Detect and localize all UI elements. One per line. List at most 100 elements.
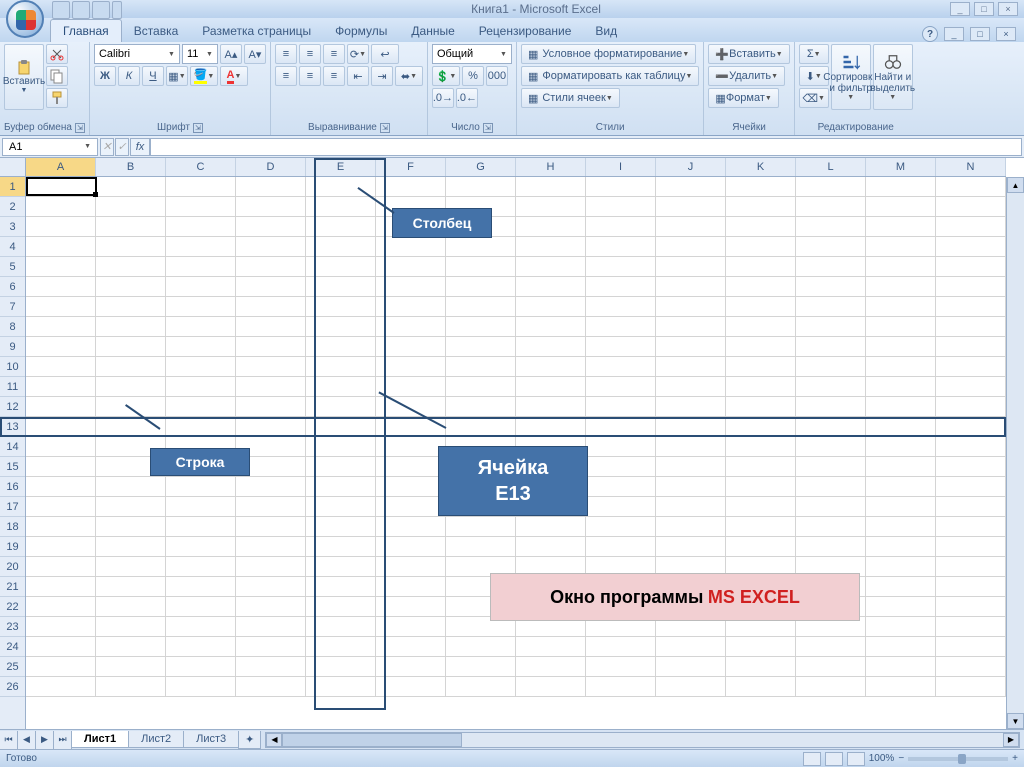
cell-N20[interactable] (936, 557, 1006, 577)
cell-F24[interactable] (376, 637, 446, 657)
formula-input[interactable] (150, 138, 1022, 156)
view-layout-button[interactable] (825, 752, 843, 766)
cell-N17[interactable] (936, 497, 1006, 517)
cell-E10[interactable] (306, 357, 376, 377)
sheet-nav-next[interactable]: ▶ (36, 731, 54, 749)
cell-B24[interactable] (96, 637, 166, 657)
cell-I18[interactable] (586, 517, 656, 537)
cell-H9[interactable] (516, 337, 586, 357)
cell-B25[interactable] (96, 657, 166, 677)
cell-N6[interactable] (936, 277, 1006, 297)
cell-E25[interactable] (306, 657, 376, 677)
row-header-15[interactable]: 15 (0, 457, 25, 477)
cell-A14[interactable] (26, 437, 96, 457)
cell-C10[interactable] (166, 357, 236, 377)
cell-I16[interactable] (586, 477, 656, 497)
autosum-button[interactable]: Σ▼ (799, 44, 829, 64)
cell-A13[interactable] (26, 417, 96, 437)
row-header-11[interactable]: 11 (0, 377, 25, 397)
cell-F25[interactable] (376, 657, 446, 677)
cell-C2[interactable] (166, 197, 236, 217)
cell-H10[interactable] (516, 357, 586, 377)
decrease-decimal-button[interactable]: .0← (456, 88, 478, 108)
cell-C26[interactable] (166, 677, 236, 697)
cell-N3[interactable] (936, 217, 1006, 237)
cell-E5[interactable] (306, 257, 376, 277)
minimize-button[interactable]: _ (950, 2, 970, 16)
cell-M9[interactable] (866, 337, 936, 357)
cell-A10[interactable] (26, 357, 96, 377)
cell-E2[interactable] (306, 197, 376, 217)
cell-A9[interactable] (26, 337, 96, 357)
cell-E20[interactable] (306, 557, 376, 577)
tab-view[interactable]: Вид (583, 20, 629, 42)
tab-data[interactable]: Данные (399, 20, 466, 42)
delete-cells-button[interactable]: ➖ Удалить ▼ (708, 66, 785, 86)
cell-F12[interactable] (376, 397, 446, 417)
cell-E4[interactable] (306, 237, 376, 257)
cell-E6[interactable] (306, 277, 376, 297)
cell-M13[interactable] (866, 417, 936, 437)
cell-B7[interactable] (96, 297, 166, 317)
cell-A19[interactable] (26, 537, 96, 557)
cell-G12[interactable] (446, 397, 516, 417)
cell-B10[interactable] (96, 357, 166, 377)
cell-N11[interactable] (936, 377, 1006, 397)
cell-C17[interactable] (166, 497, 236, 517)
cell-I12[interactable] (586, 397, 656, 417)
cell-D2[interactable] (236, 197, 306, 217)
align-top-button[interactable]: ≡ (275, 44, 297, 64)
cell-M23[interactable] (866, 617, 936, 637)
row-header-4[interactable]: 4 (0, 237, 25, 257)
cell-L1[interactable] (796, 177, 866, 197)
cell-N1[interactable] (936, 177, 1006, 197)
cell-A22[interactable] (26, 597, 96, 617)
cell-D3[interactable] (236, 217, 306, 237)
cell-A1[interactable] (26, 177, 96, 197)
cell-A25[interactable] (26, 657, 96, 677)
cell-C7[interactable] (166, 297, 236, 317)
cell-D17[interactable] (236, 497, 306, 517)
cell-E21[interactable] (306, 577, 376, 597)
cell-B9[interactable] (96, 337, 166, 357)
cell-N12[interactable] (936, 397, 1006, 417)
cell-L7[interactable] (796, 297, 866, 317)
cell-F4[interactable] (376, 237, 446, 257)
copy-button[interactable] (46, 66, 68, 86)
align-bottom-button[interactable]: ≡ (323, 44, 345, 64)
row-header-5[interactable]: 5 (0, 257, 25, 277)
cell-I14[interactable] (586, 437, 656, 457)
cell-C16[interactable] (166, 477, 236, 497)
cell-N9[interactable] (936, 337, 1006, 357)
clipboard-launcher[interactable]: ⇲ (75, 123, 85, 133)
cell-M15[interactable] (866, 457, 936, 477)
cell-F14[interactable] (376, 437, 446, 457)
row-header-23[interactable]: 23 (0, 617, 25, 637)
cell-B22[interactable] (96, 597, 166, 617)
cell-D13[interactable] (236, 417, 306, 437)
cell-M16[interactable] (866, 477, 936, 497)
cell-E14[interactable] (306, 437, 376, 457)
sort-filter-button[interactable]: Сортировка и фильтр▼ (831, 44, 871, 110)
cell-G5[interactable] (446, 257, 516, 277)
cell-A17[interactable] (26, 497, 96, 517)
cell-C21[interactable] (166, 577, 236, 597)
cell-D8[interactable] (236, 317, 306, 337)
tab-review[interactable]: Рецензирование (467, 20, 584, 42)
cell-N24[interactable] (936, 637, 1006, 657)
cell-I26[interactable] (586, 677, 656, 697)
maximize-button[interactable]: □ (974, 2, 994, 16)
cell-N7[interactable] (936, 297, 1006, 317)
find-select-button[interactable]: Найти и выделить▼ (873, 44, 913, 110)
number-format-combo[interactable]: Общий▼ (432, 44, 512, 64)
hscroll-thumb[interactable] (282, 733, 462, 747)
cell-B26[interactable] (96, 677, 166, 697)
cell-N23[interactable] (936, 617, 1006, 637)
insert-cells-button[interactable]: ➕ Вставить ▼ (708, 44, 789, 64)
cell-I17[interactable] (586, 497, 656, 517)
cell-J9[interactable] (656, 337, 726, 357)
scroll-right-button[interactable]: ▶ (1003, 733, 1019, 747)
cell-H5[interactable] (516, 257, 586, 277)
new-sheet-button[interactable]: ✦ (238, 731, 261, 749)
accounting-button[interactable]: 💲▼ (432, 66, 460, 86)
